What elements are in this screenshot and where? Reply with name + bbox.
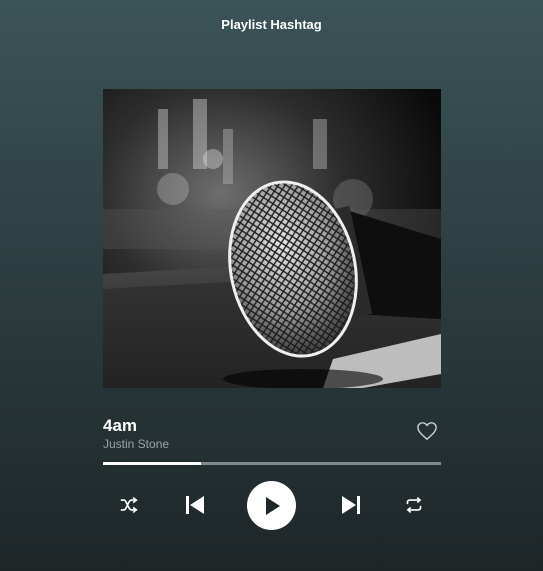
skip-previous-icon [186, 496, 204, 514]
progress-bar[interactable] [103, 462, 441, 465]
playlist-title: Playlist Hashtag [221, 17, 322, 32]
track-artist[interactable]: Justin Stone [103, 437, 169, 451]
shuffle-icon [120, 496, 138, 514]
album-cover [103, 89, 441, 388]
track-title: 4am [103, 416, 138, 435]
play-button[interactable] [247, 481, 296, 530]
skip-next-icon [342, 496, 360, 514]
heart-icon[interactable] [416, 421, 438, 441]
progress-fill [103, 462, 202, 465]
repeat-button[interactable] [402, 493, 426, 517]
next-button[interactable] [338, 492, 364, 518]
track-info: 4am Justin Stone [103, 416, 169, 451]
play-icon [265, 496, 280, 515]
previous-button[interactable] [182, 492, 208, 518]
repeat-icon [406, 497, 422, 513]
shuffle-button[interactable] [117, 493, 141, 517]
microphone-photo [103, 89, 441, 388]
